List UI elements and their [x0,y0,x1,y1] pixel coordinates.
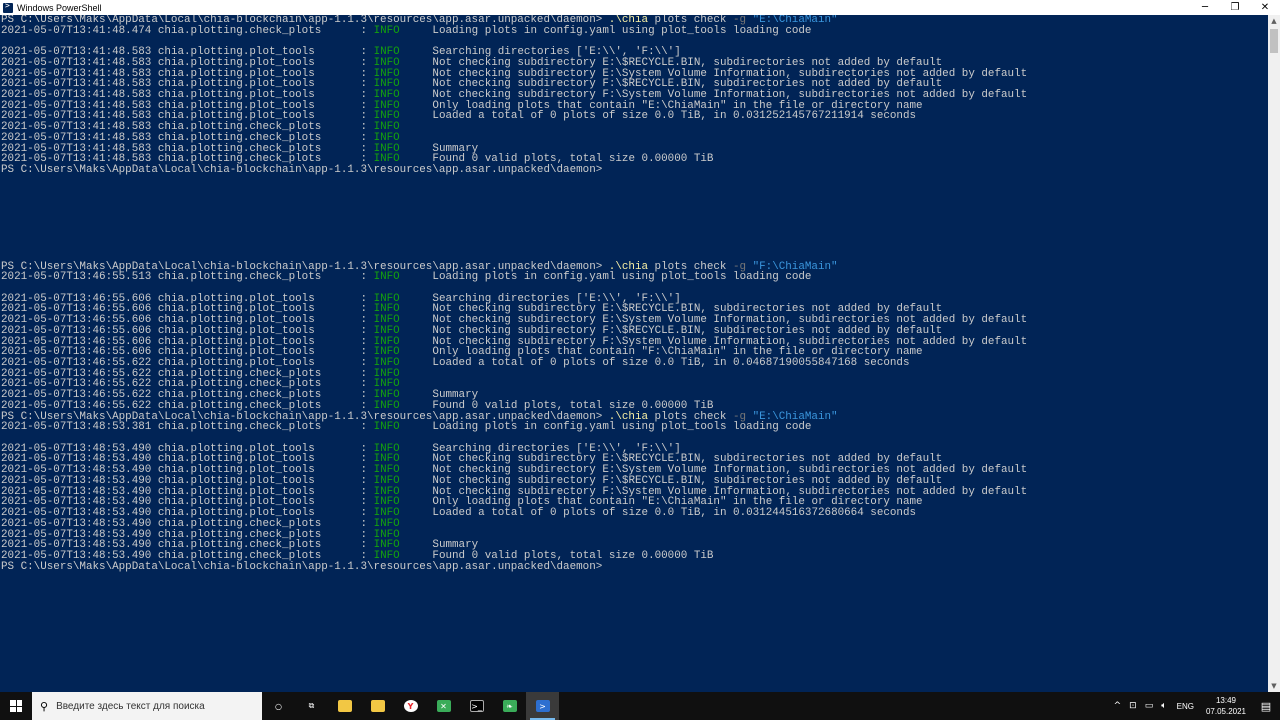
start-button[interactable] [0,692,32,720]
scroll-up-icon[interactable]: ▲ [1268,15,1280,27]
log-timestamp: 2021-05-07T13:46:55.513 [1,271,152,284]
scrollbar-thumb[interactable] [1270,29,1278,53]
volume-icon[interactable]: 🔈︎ [1157,701,1170,711]
log-timestamp: 2021-05-07T13:41:48.474 [1,24,152,37]
file-explorer-icon [337,700,352,712]
prompt-text: PS C:\Users\Maks\AppData\Local\chia-bloc… [1,164,603,177]
clock-time: 13:49 [1215,696,1236,705]
taskbar-app-chia-app[interactable]: ✕ [427,692,460,720]
log-spacer [400,421,433,433]
terminal-prompt-line: PS C:\Users\Maks\AppData\Local\chia-bloc… [1,560,1268,573]
tray-chevron-icon[interactable]: ^ [1110,701,1126,711]
battery-icon[interactable]: ▭ [1141,701,1158,711]
terminal-prompt-line: PS C:\Users\Maks\AppData\Local\chia-bloc… [1,165,1268,176]
taskbar-app-task-view[interactable]: ○ [262,692,295,720]
clock-date: 07.05.2021 [1205,707,1246,716]
taskbar-search-box[interactable]: ⚲ Введите здесь текст для поиска [32,692,262,720]
system-tray: ^ ⊡ ▭ 🔈︎ ENG 13:49 07.05.2021 ▤ [1110,692,1280,720]
log-separator: : [353,421,374,434]
clock[interactable]: 13:49 07.05.2021 [1200,695,1252,717]
yandex-browser-icon: Y [403,700,418,712]
chia-app-icon: ✕ [436,700,451,712]
taskbar-app-chia-leaf[interactable]: ❧ [493,692,526,720]
taskbar-app-file-explorer[interactable] [328,692,361,720]
log-level: INFO [373,271,400,284]
timeline-icon: ⧉ [308,701,315,710]
taskbar-app-store[interactable] [361,692,394,720]
log-spacer [400,271,433,283]
maximize-button[interactable]: ❐ [1220,0,1250,15]
log-message: Loaded a total of 0 plots of size 0.0 Ti… [432,110,917,123]
language-indicator[interactable]: ENG [1171,702,1200,711]
terminal-log-line: 2021-05-07T13:48:53.381 chia.plotting.ch… [1,422,1268,433]
task-view-icon: ○ [275,701,282,711]
powershell-icon: > [535,700,550,712]
store-icon [370,700,385,712]
log-module: chia.plotting.check_plots [157,421,354,434]
log-message: Loaded a total of 0 plots of size 0.0 Ti… [432,357,910,369]
network-icon[interactable]: ⊡ [1125,701,1141,711]
log-module: chia.plotting.check_plots [157,271,354,284]
log-separator: : [353,24,374,37]
log-message: Loading plots in config.yaml using plot_… [432,24,812,37]
log-module: chia.plotting.check_plots [157,24,354,37]
log-separator: : [353,271,374,284]
command-prompt-icon: >_ [469,700,484,712]
terminal-log-line: 2021-05-07T13:46:55.513 chia.plotting.ch… [1,272,1268,283]
window-titlebar[interactable]: Windows PowerShell ─ ❐ ✕ [0,0,1280,15]
log-level: INFO [373,421,400,434]
terminal-output[interactable]: PS C:\Users\Maks\AppData\Local\chia-bloc… [0,15,1268,692]
chia-leaf-icon: ❧ [502,700,517,712]
log-message: Loaded a total of 0 plots of size 0.0 Ti… [432,507,917,520]
notification-center-icon[interactable]: ▤ [1252,700,1280,713]
windows-logo-icon [10,700,22,712]
taskbar-app-command-prompt[interactable]: >_ [460,692,493,720]
log-level: INFO [373,24,400,37]
search-icon: ⚲ [40,699,49,713]
terminal-log-line: 2021-05-07T13:41:48.474 chia.plotting.ch… [1,24,1268,37]
scroll-down-icon[interactable]: ▼ [1268,680,1280,692]
taskbar-app-powershell[interactable]: > [526,692,559,720]
window-title: Windows PowerShell [17,2,102,13]
log-spacer [400,25,433,37]
close-icon: ✕ [1260,2,1270,13]
taskbar: ⚲ Введите здесь текст для поиска ○ ⧉ Y ✕ >_ ❧… [0,692,1280,720]
vertical-scrollbar[interactable]: ▲ ▼ [1268,15,1280,692]
powershell-app-icon [3,1,13,13]
restore-icon: ❐ [1230,2,1240,13]
minimize-icon: ─ [1201,2,1209,13]
close-button[interactable]: ✕ [1250,0,1280,15]
log-message: Loading plots in config.yaml using plot_… [432,271,812,284]
log-message: Loading plots in config.yaml using plot_… [432,421,812,434]
taskbar-app-yandex-browser[interactable]: Y [394,692,427,720]
search-placeholder: Введите здесь текст для поиска [56,700,205,712]
taskbar-app-timeline[interactable]: ⧉ [295,692,328,720]
prompt-text: PS C:\Users\Maks\AppData\Local\chia-bloc… [1,560,603,573]
minimize-button[interactable]: ─ [1190,0,1220,15]
log-timestamp: 2021-05-07T13:48:53.381 [1,421,152,434]
